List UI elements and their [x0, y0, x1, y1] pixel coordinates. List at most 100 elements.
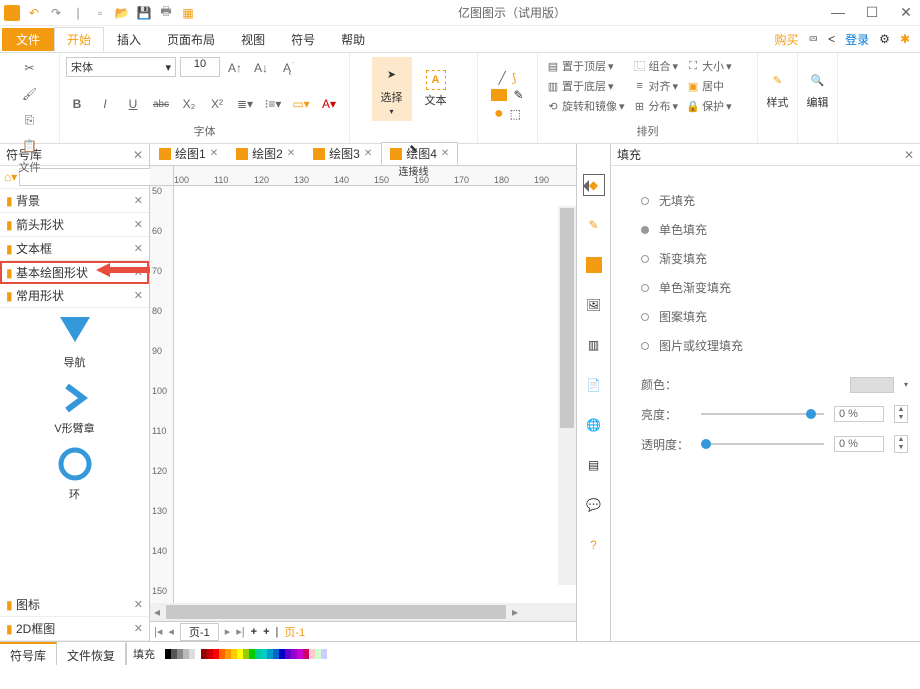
buy-link[interactable]: 购买: [775, 31, 799, 48]
doc-tab-2[interactable]: 绘图2✕: [227, 142, 304, 165]
maximize-button[interactable]: ☐: [862, 4, 882, 21]
arc-shape-icon[interactable]: ⟆: [512, 71, 517, 85]
tab-layout[interactable]: 页面布局: [154, 27, 228, 52]
opacity-spinner[interactable]: ▲▼: [894, 435, 908, 453]
cat-icons[interactable]: ▮ 图标✕: [0, 593, 149, 617]
style-button[interactable]: ✎样式: [764, 57, 791, 121]
theme-panel-icon[interactable]: 🌐: [583, 414, 605, 436]
fill-texture-option[interactable]: 图片或纹理填充: [641, 331, 900, 360]
paste-button[interactable]: 📋: [19, 135, 41, 157]
page-current[interactable]: 页-1: [284, 624, 305, 640]
color-swatch[interactable]: [850, 377, 894, 393]
center-page-button[interactable]: ▣居中: [684, 77, 734, 95]
send-back-button[interactable]: ▥置于底层 ▾: [544, 77, 627, 95]
brightness-value[interactable]: 0 %: [834, 406, 884, 422]
line-shape-icon[interactable]: ╱: [499, 71, 506, 85]
bold-button[interactable]: B: [66, 93, 88, 115]
add-page-button[interactable]: +: [251, 626, 257, 638]
page-first-icon[interactable]: |◂: [154, 625, 162, 638]
cat-common[interactable]: ▮ 常用形状✕: [0, 284, 149, 308]
page-prev-icon[interactable]: ◂: [168, 625, 174, 638]
open-button[interactable]: 📂: [114, 5, 130, 21]
crop-shape-icon[interactable]: ⬚: [510, 107, 521, 121]
file-menu[interactable]: 文件: [2, 28, 54, 51]
share2-icon[interactable]: <: [828, 32, 835, 46]
footer-lib-tab[interactable]: 符号库: [0, 642, 57, 665]
size-button[interactable]: ⛶大小 ▾: [684, 57, 734, 75]
horizontal-scrollbar[interactable]: ◂▸: [150, 603, 576, 621]
highlight-icon[interactable]: ▭▾: [290, 93, 312, 115]
lock-button[interactable]: 🔒保护 ▾: [684, 97, 734, 115]
comment-panel-icon[interactable]: 💬: [583, 494, 605, 516]
layer-panel-icon[interactable]: ▥: [583, 334, 605, 356]
italic-button[interactable]: I: [94, 93, 116, 115]
fill-pattern-option[interactable]: 图案填充: [641, 302, 900, 331]
footer-restore-tab[interactable]: 文件恢复: [57, 642, 126, 665]
format-painter-icon[interactable]: ✂: [19, 57, 41, 79]
fill-monograd-option[interactable]: 单色渐变填充: [641, 273, 900, 302]
cat-background[interactable]: ▮ 背景✕: [0, 189, 149, 213]
brightness-slider[interactable]: [701, 413, 824, 415]
font-family-combo[interactable]: 宋体▾: [66, 57, 176, 77]
opacity-value[interactable]: 0 %: [834, 436, 884, 452]
share-icon[interactable]: ⮹: [809, 32, 819, 47]
line-spacing-icon[interactable]: ≣▾: [234, 93, 256, 115]
brightness-spinner[interactable]: ▲▼: [894, 405, 908, 423]
shape-vchevron[interactable]: V形臂章: [0, 374, 149, 440]
lib-close-icon[interactable]: ✕: [133, 148, 143, 162]
cat-textbox[interactable]: ▮ 文本框✕: [0, 237, 149, 261]
fill-none-option[interactable]: 无填充: [641, 186, 900, 215]
brush-icon[interactable]: 🖌: [19, 83, 41, 105]
bring-front-button[interactable]: ▤置于顶层 ▾: [544, 57, 627, 75]
edit-button[interactable]: 🔍编辑: [804, 57, 831, 121]
superscript-button[interactable]: X²: [206, 93, 228, 115]
increase-font-icon[interactable]: A↑: [224, 57, 246, 79]
wondershare-icon[interactable]: ✱: [900, 32, 910, 46]
tab-view[interactable]: 视图: [228, 27, 278, 52]
undo-button[interactable]: ↶: [26, 5, 42, 21]
new-button[interactable]: ▫: [92, 5, 108, 21]
redo-button[interactable]: ↷: [48, 5, 64, 21]
distribute-button[interactable]: ⊞分布 ▾: [631, 97, 681, 115]
align-button[interactable]: ≡对齐 ▾: [631, 77, 681, 95]
strike-button[interactable]: abc: [150, 93, 172, 115]
line-panel-icon[interactable]: ✎: [583, 214, 605, 236]
shape-ring[interactable]: 环: [0, 440, 149, 506]
underline-button[interactable]: U: [122, 93, 144, 115]
fill-solid-option[interactable]: 单色填充: [641, 215, 900, 244]
opacity-slider[interactable]: [701, 443, 824, 445]
group-button[interactable]: ⿺组合 ▾: [631, 57, 681, 75]
color-swatch[interactable]: [321, 649, 327, 659]
select-tool[interactable]: ➤ 选择▾: [372, 57, 412, 121]
font-color-icon[interactable]: A▾: [318, 93, 340, 115]
page-panel-icon[interactable]: 📄: [583, 374, 605, 396]
image-panel-icon[interactable]: 🖼: [583, 294, 605, 316]
text-tool[interactable]: A 文本: [416, 57, 456, 121]
bullets-icon[interactable]: ⁝≡▾: [262, 93, 284, 115]
fill-close-icon[interactable]: ✕: [904, 148, 914, 162]
page-tab[interactable]: 页-1: [180, 623, 219, 641]
cat-2dframe[interactable]: ▮ 2D框图✕: [0, 617, 149, 641]
cat-basic-shapes[interactable]: ▮ 基本绘图形状✕: [0, 261, 149, 284]
cat-arrows[interactable]: ▮ 箭头形状✕: [0, 213, 149, 237]
subscript-button[interactable]: X₂: [178, 93, 200, 115]
save-button[interactable]: 💾: [136, 5, 152, 21]
pen-shape-icon[interactable]: ✎: [513, 88, 523, 102]
fill-panel-icon[interactable]: ◆: [583, 174, 605, 196]
print-button[interactable]: 🖶: [158, 5, 174, 21]
fill-gradient-option[interactable]: 渐变填充: [641, 244, 900, 273]
tab-start[interactable]: 开始: [54, 27, 104, 52]
doc-tab-1[interactable]: 绘图1✕: [150, 142, 227, 165]
tab-symbols[interactable]: 符号: [278, 27, 328, 52]
shape-nav[interactable]: 导航: [0, 308, 149, 374]
decrease-font-icon[interactable]: A↓: [250, 57, 272, 79]
help-panel-icon[interactable]: ?: [583, 534, 605, 556]
font-size-combo[interactable]: 10: [180, 57, 220, 77]
page-last-icon[interactable]: ▸|: [236, 625, 244, 638]
layout-panel-icon[interactable]: ▤: [583, 454, 605, 476]
login-link[interactable]: 登录: [845, 31, 869, 48]
rect-shape-icon[interactable]: [491, 89, 507, 101]
copy-button[interactable]: ⎘: [19, 109, 41, 131]
drawing-canvas[interactable]: [174, 186, 576, 603]
ruler-vertical[interactable]: 5060708090100110120130140150: [150, 186, 174, 603]
